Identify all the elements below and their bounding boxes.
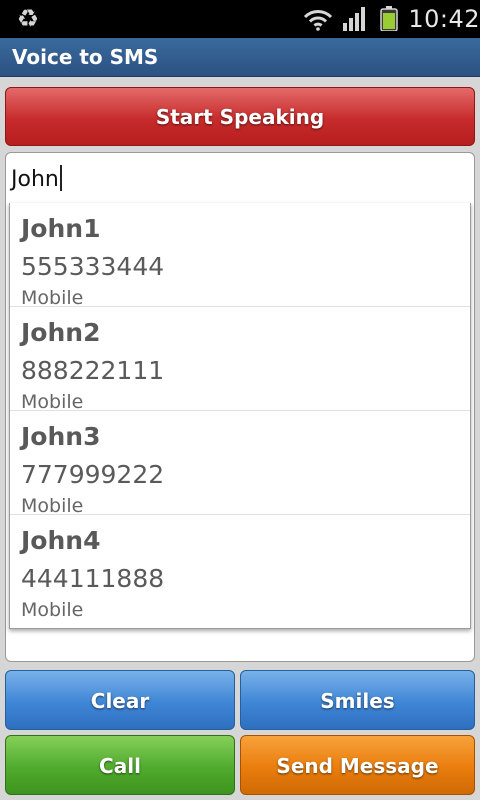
status-bar: ♻ 10:42 xyxy=(0,0,480,38)
contact-number-type: Mobile xyxy=(21,599,84,621)
contact-name: John3 xyxy=(21,422,101,451)
suggestion-item[interactable]: John2 888222111 Mobile xyxy=(10,307,470,413)
contact-number: 555333444 xyxy=(21,252,165,281)
suggestion-item[interactable]: John3 777999222 Mobile xyxy=(10,411,470,517)
contact-name: John2 xyxy=(21,318,101,347)
contact-number: 777999222 xyxy=(21,460,165,489)
battery-icon xyxy=(380,6,398,31)
signal-icon xyxy=(343,7,365,31)
recipient-input-value: John xyxy=(11,167,59,192)
contact-number: 444111888 xyxy=(21,564,165,593)
suggestion-item[interactable]: John1 555333444 Mobile xyxy=(10,203,470,309)
start-speaking-button[interactable]: Start Speaking xyxy=(5,87,475,146)
wifi-icon xyxy=(303,10,333,31)
text-cursor xyxy=(59,165,62,191)
call-button[interactable]: Call xyxy=(5,735,235,795)
smiles-button[interactable]: Smiles xyxy=(240,670,475,730)
send-message-button[interactable]: Send Message xyxy=(240,735,475,795)
recipient-input[interactable]: John xyxy=(11,165,62,195)
suggestion-item[interactable]: John4 444111888 Mobile xyxy=(10,515,470,621)
clock: 10:42 xyxy=(408,5,480,33)
recycle-icon: ♻ xyxy=(16,4,40,33)
contact-name: John1 xyxy=(21,214,101,243)
contact-suggestions: John1 555333444 Mobile John2 888222111 M… xyxy=(9,203,471,629)
title-bar: Voice to SMS xyxy=(0,38,480,77)
contact-number: 888222111 xyxy=(21,356,165,385)
contact-name: John4 xyxy=(21,526,101,555)
app-title: Voice to SMS xyxy=(12,45,159,69)
clear-button[interactable]: Clear xyxy=(5,670,235,730)
